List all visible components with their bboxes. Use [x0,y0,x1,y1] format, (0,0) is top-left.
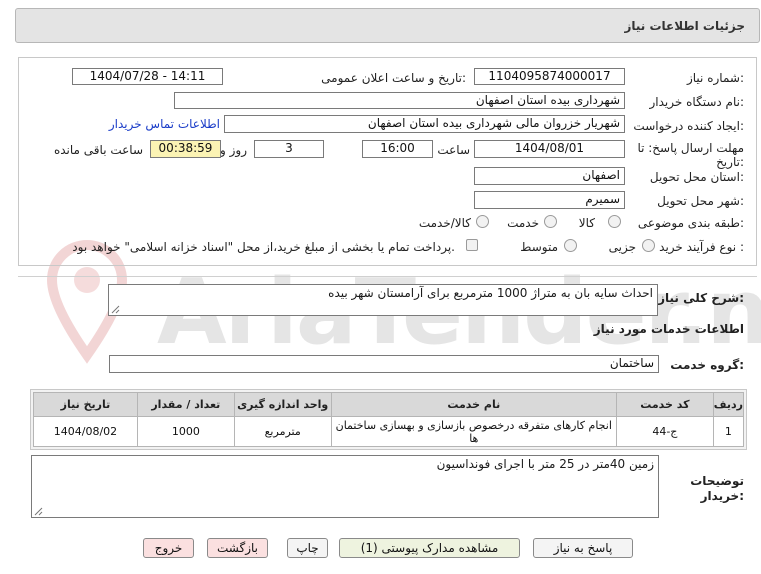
remaining-time-field[interactable]: 00:38:59 [150,140,221,158]
resize-grip-icon[interactable] [111,305,120,314]
cell-need-date: 1404/08/02 [33,416,138,447]
category-goods-service-label: کالا/خدمت [418,216,471,230]
deadline-date-field[interactable]: 1404/08/01 [474,140,625,158]
service-group-label: گروه خدمت: [670,358,744,372]
cell-quantity: 1000 [136,416,235,447]
announce-datetime-label: تاریخ و ساعت اعلان عمومی: [321,71,466,85]
reply-to-need-button[interactable]: پاسخ به نیاز [533,538,633,558]
col-header-quantity: تعداد / مقدار [136,392,235,417]
process-type-label: نوع فرآیند خرید : [659,240,744,254]
section-divider [18,276,757,277]
request-creator-label: ایجاد کننده درخواست: [633,119,744,133]
services-table: ردیف کد خدمت نام خدمت واحد اندازه گیری ت… [33,392,745,447]
back-button[interactable]: بازگشت [207,538,268,558]
need-number-field[interactable]: 1104095874000017 [474,68,625,85]
page-title: جزئیات اطلاعات نیاز [624,19,745,33]
print-button[interactable]: چاپ [287,538,328,558]
category-label: طبقه بندی موضوعی: [637,216,744,230]
buyer-notes-label-2: خریدار: [700,489,744,503]
city-label: شهر محل تحویل: [657,194,744,208]
buyer-contact-link[interactable]: اطلاعات تماس خریدار [109,117,220,131]
col-header-unit: واحد اندازه گیری [233,392,332,417]
province-field[interactable]: اصفهان [474,167,625,185]
need-description-label: شرح کلی نیاز: [658,291,744,305]
buyer-notes-text: زمین 40متر در 25 متر با اجرای فونداسیون [436,457,654,471]
process-minor-label: جزیی [608,240,636,254]
need-number-label: شماره نیاز: [686,71,744,85]
exit-button[interactable]: خروج [143,538,194,558]
category-service-radio[interactable] [544,215,557,228]
col-header-service-code: کد خدمت [615,392,714,417]
category-goods-service-radio[interactable] [476,215,489,228]
category-goods-radio[interactable] [608,215,621,228]
process-minor-radio[interactable] [642,239,655,252]
resize-grip-icon[interactable] [34,507,43,516]
request-creator-field[interactable]: شهریار خزروان مالی شهرداری بیده استان اص… [224,115,625,133]
treasury-payment-checkbox[interactable] [466,239,478,251]
buyer-notes-label: توضیحات [690,474,744,488]
buyer-org-label: نام دستگاه خریدار: [649,95,745,109]
buyer-org-field[interactable]: شهرداری بیده استان اصفهان [174,92,625,109]
need-description-text: احداث سایه بان به متراژ 1000 مترمربع برا… [328,286,653,300]
need-description-textarea[interactable]: احداث سایه بان به متراژ 1000 مترمربع برا… [108,284,658,316]
page-header: جزئیات اطلاعات نیاز [15,8,760,43]
buyer-notes-textarea[interactable]: زمین 40متر در 25 متر با اجرای فونداسیون [31,455,659,518]
announce-datetime-field[interactable]: 1404/07/28 - 14:11 [72,68,223,85]
category-goods-label: کالا [578,216,595,230]
col-header-row-number: ردیف [712,392,745,417]
services-section-title: اطلاعات خدمات مورد نیاز [593,322,744,336]
treasury-payment-note: پرداخت تمام یا بخشی از مبلغ خرید،از محل … [72,240,455,254]
category-service-label: خدمت [507,216,539,230]
table-header-row: ردیف کد خدمت نام خدمت واحد اندازه گیری ت… [33,392,745,417]
cell-row-number: 1 [712,416,745,447]
remaining-time-label: ساعت باقی مانده [53,143,143,157]
remaining-days-field[interactable]: 3 [254,140,324,158]
cell-service-name: انجام کارهای متفرقه درخصوص بازسازی و بهس… [330,416,617,447]
province-label: استان محل تحویل: [649,170,744,184]
days-label: روز و [220,143,247,157]
col-header-service-name: نام خدمت [330,392,617,417]
need-info-panel [18,57,757,266]
service-group-field[interactable]: ساختمان [109,355,659,373]
cell-unit: مترمربع [233,416,332,447]
cell-service-code: ج-44 [615,416,714,447]
deadline-time-field[interactable]: 16:00 [362,140,433,158]
process-medium-label: متوسط [520,240,558,254]
deadline-time-label: ساعت [437,143,470,157]
deadline-date-label: تاریخ: [716,155,744,169]
city-field[interactable]: سمیرم [474,191,625,209]
view-attachments-button[interactable]: مشاهده مدارک پیوستی (1) [339,538,520,558]
process-medium-radio[interactable] [564,239,577,252]
deadline-label: مهلت ارسال پاسخ: تا [637,141,744,155]
col-header-need-date: تاریخ نیاز [33,392,138,417]
table-row[interactable]: 1 ج-44 انجام کارهای متفرقه درخصوص بازساز… [33,416,745,447]
